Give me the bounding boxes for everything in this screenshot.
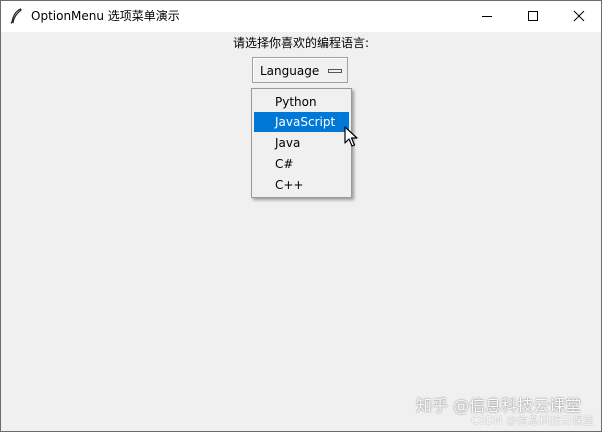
watermark-csdn: CSDN @信息科技云课堂 — [471, 414, 594, 427]
menu-item-java[interactable]: Java — [254, 133, 349, 153]
minimize-icon — [482, 16, 492, 17]
mouse-pointer-icon — [344, 126, 358, 147]
feather-icon — [10, 8, 22, 24]
language-option-menu[interactable]: Language — [252, 57, 348, 83]
maximize-button[interactable] — [510, 1, 556, 31]
menu-item-cpp[interactable]: C++ — [254, 175, 349, 195]
minimize-button[interactable] — [464, 1, 510, 31]
maximize-icon — [528, 11, 538, 21]
menu-item-javascript[interactable]: JavaScript — [254, 112, 349, 132]
window-title: OptionMenu 选项菜单演示 — [31, 9, 180, 23]
close-icon — [573, 10, 585, 22]
app-window: OptionMenu 选项菜单演示 请选择你喜欢的编程语言: Language … — [0, 0, 602, 432]
option-indicator-icon — [328, 69, 342, 73]
menu-item-csharp[interactable]: C# — [254, 154, 349, 174]
title-bar[interactable]: OptionMenu 选项菜单演示 — [1, 1, 601, 32]
watermark-zhihu: 知乎 @信息科技云课堂 — [416, 396, 582, 415]
option-menu-value: Language — [260, 64, 320, 78]
language-prompt-label: 请选择你喜欢的编程语言: — [232, 36, 370, 50]
language-dropdown-menu: Python JavaScript Java C# C++ — [251, 88, 352, 198]
close-button[interactable] — [556, 1, 601, 31]
menu-item-python[interactable]: Python — [254, 92, 349, 112]
